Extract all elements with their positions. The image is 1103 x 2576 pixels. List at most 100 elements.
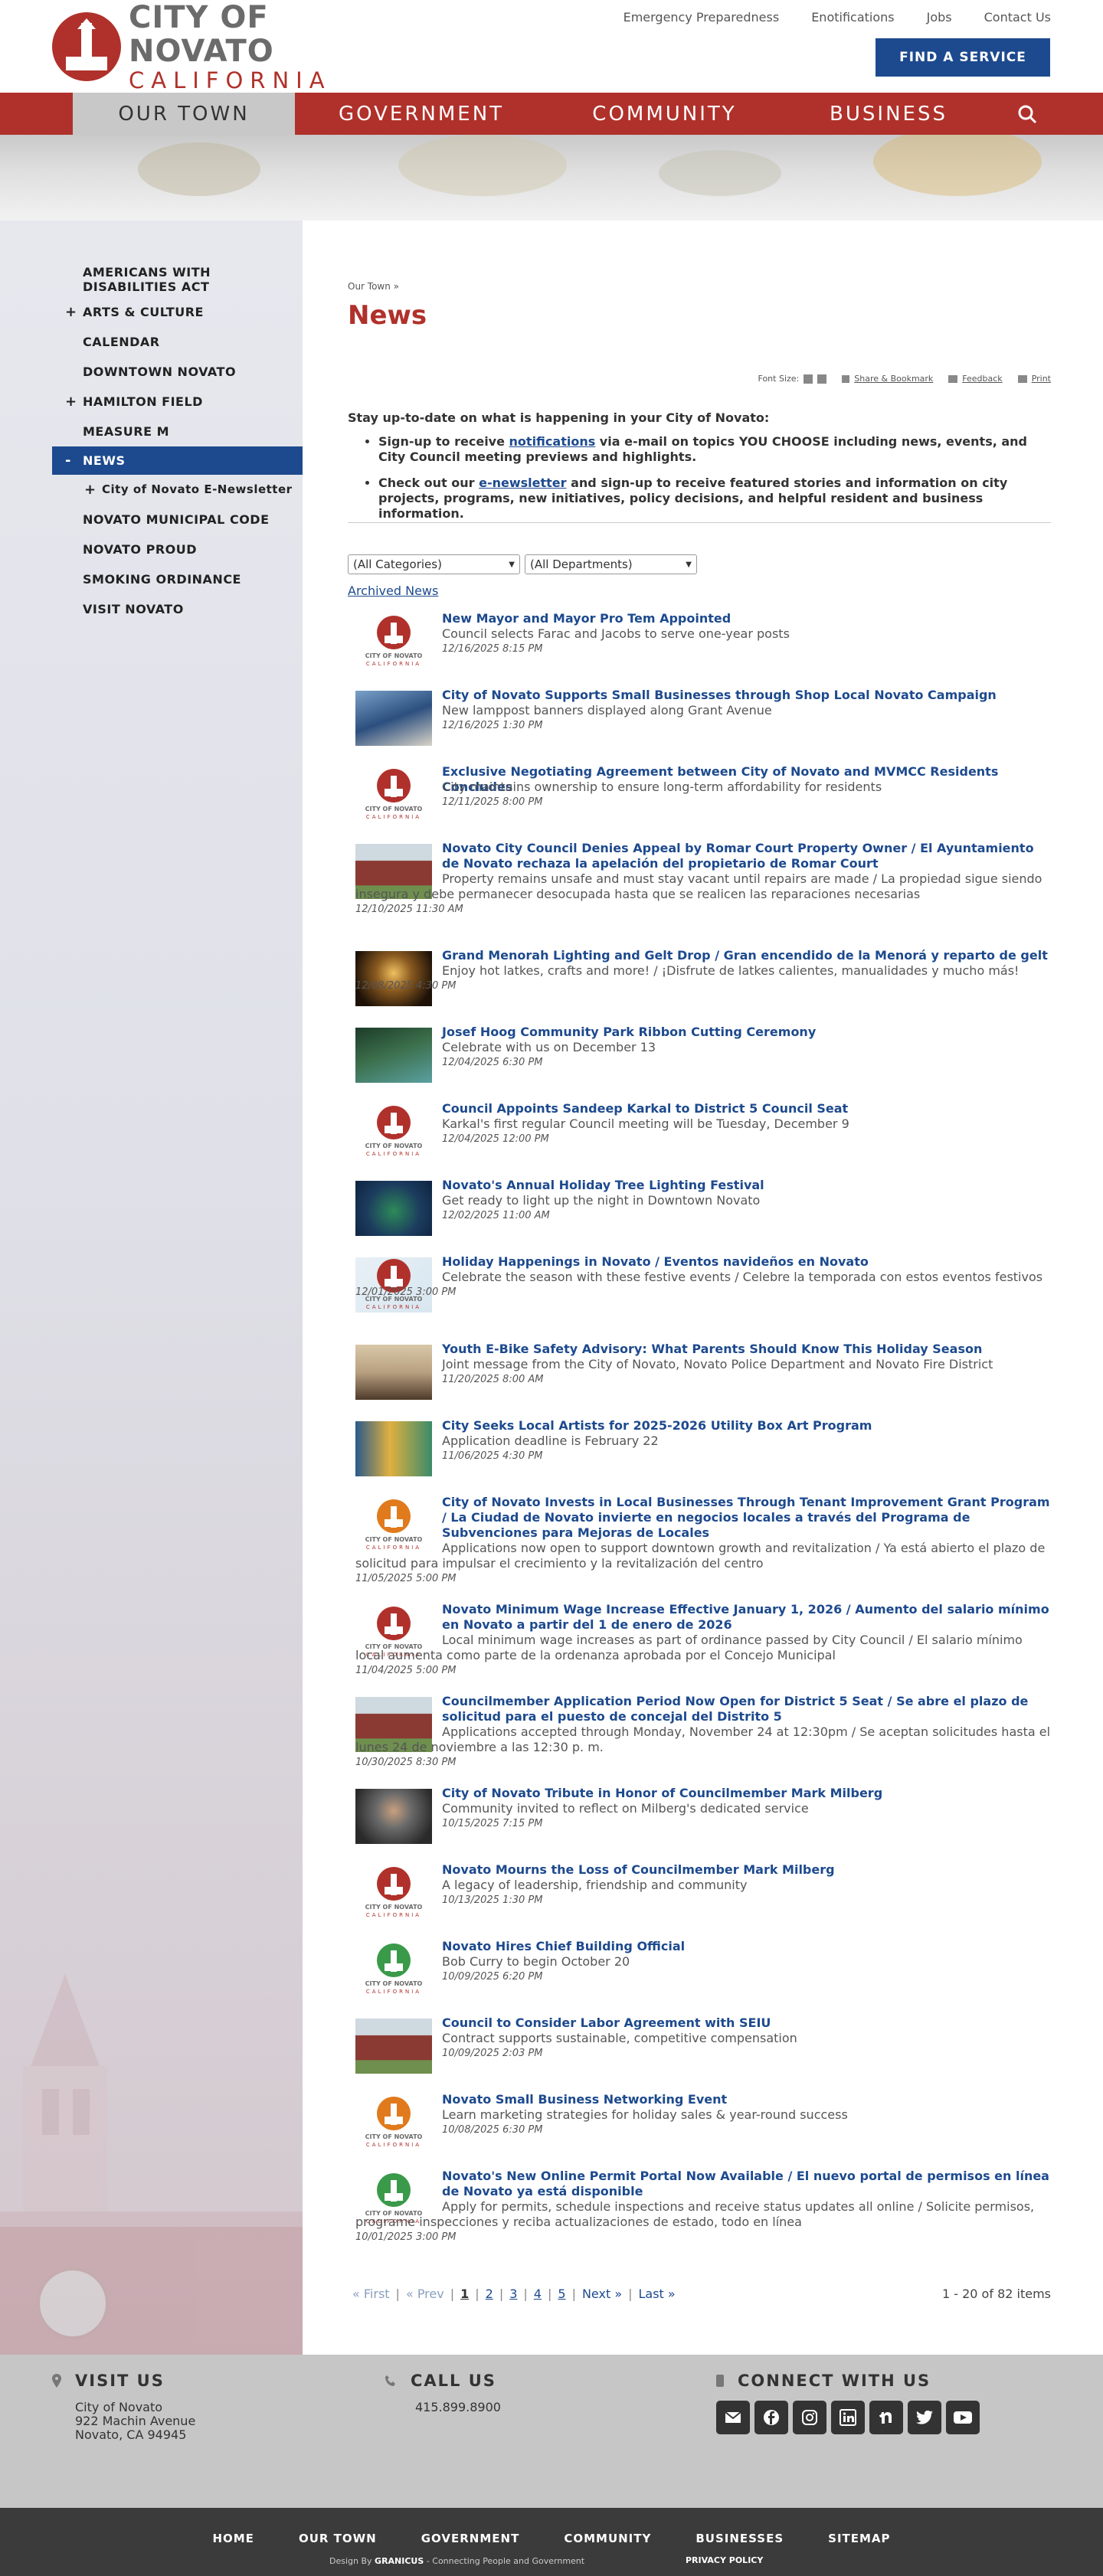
sidebar-item-municipal-code[interactable]: NOVATO MUNICIPAL CODE: [52, 505, 303, 534]
archived-news-link[interactable]: Archived News: [348, 584, 438, 598]
print-link[interactable]: Print: [1032, 374, 1051, 384]
notifications-link[interactable]: notifications: [509, 434, 596, 449]
footer-visit: VISIT US City of Novato 922 Machin Avenu…: [52, 2372, 195, 2442]
breadcrumb[interactable]: Our Town »: [348, 281, 399, 292]
find-service-button[interactable]: FIND A SERVICE: [876, 38, 1050, 77]
nav-community[interactable]: COMMUNITY: [548, 93, 781, 135]
news-description: Karkal's first regular Council meeting w…: [442, 1116, 849, 1131]
util-link-contact[interactable]: Contact Us: [984, 10, 1051, 25]
news-date: 11/20/2025 8:00 AM: [442, 1374, 544, 1385]
nextdoor-icon[interactable]: [869, 2401, 903, 2434]
pager-page-1[interactable]: 1: [460, 2287, 469, 2301]
news-title-link[interactable]: Council Appoints Sandeep Karkal to Distr…: [442, 1101, 1051, 1116]
intro-bullet-enewsletter: Check out our e-newsletter and sign-up t…: [378, 476, 1051, 521]
news-title-link[interactable]: Novato's Annual Holiday Tree Lighting Fe…: [442, 1178, 1051, 1193]
bullet-text: Sign-up to receive: [378, 434, 509, 449]
share-bookmark-link[interactable]: Share & Bookmark: [854, 374, 933, 384]
privacy-policy-link[interactable]: PRIVACY POLICY: [686, 2555, 763, 2565]
news-description: Local minimum wage increases as part of …: [355, 1633, 1023, 1662]
sidebar-item-visit[interactable]: VISIT NOVATO: [52, 594, 303, 624]
facebook-icon[interactable]: [754, 2401, 788, 2434]
pager-next[interactable]: Next »: [582, 2287, 622, 2301]
news-title-link[interactable]: City of Novato Tribute in Honor of Counc…: [442, 1786, 1051, 1801]
pager-page-5[interactable]: 5: [558, 2287, 565, 2301]
sidebar-item-label: AMERICANS WITH DISABILITIES ACT: [83, 265, 211, 294]
footer-link-businesses[interactable]: BUSINESSES: [696, 2532, 784, 2545]
news-title-link[interactable]: Grand Menorah Lighting and Gelt Drop / G…: [442, 948, 1051, 963]
news-date: 12/08/2025 4:30 PM: [355, 980, 457, 992]
sidebar-item-novato-proud[interactable]: NOVATO PROUD: [52, 534, 303, 564]
news-title-link[interactable]: City Seeks Local Artists for 2025-2026 U…: [442, 1418, 1051, 1433]
news-title-link[interactable]: Councilmember Application Period Now Ope…: [442, 1694, 1051, 1724]
sidebar-item-hamilton[interactable]: + HAMILTON FIELD: [52, 387, 303, 417]
footer-link-community[interactable]: COMMUNITY: [564, 2532, 651, 2545]
news-title-link[interactable]: Novato's New Online Permit Portal Now Av…: [442, 2169, 1051, 2199]
email-icon[interactable]: [716, 2401, 750, 2434]
sidebar-item-smoking[interactable]: SMOKING ORDINANCE: [52, 564, 303, 594]
sidebar-item-enewsletter[interactable]: + City of Novato E-Newsletter: [52, 475, 303, 505]
twitter-icon[interactable]: [908, 2401, 941, 2434]
news-title-link[interactable]: Council to Consider Labor Agreement with…: [442, 2015, 1051, 2031]
news-title-link[interactable]: Novato Mourns the Loss of Councilmember …: [442, 1862, 1051, 1878]
nav-our-town[interactable]: OUR TOWN: [73, 93, 295, 135]
news-title-link[interactable]: Holiday Happenings in Novato / Eventos n…: [442, 1254, 1051, 1270]
enewsletter-link[interactable]: e-newsletter: [479, 476, 566, 490]
news-title-link[interactable]: City of Novato Invests in Local Business…: [442, 1495, 1051, 1541]
util-link-jobs[interactable]: Jobs: [927, 10, 952, 25]
font-decrease-icon[interactable]: [817, 374, 827, 384]
nav-business[interactable]: BUSINESS: [781, 93, 996, 135]
search-icon[interactable]: [1016, 103, 1039, 126]
granicus-link[interactable]: GRANICUS: [375, 2556, 424, 2566]
phone-number[interactable]: 415.899.8900: [385, 2401, 501, 2414]
sidebar-item-ada[interactable]: AMERICANS WITH DISABILITIES ACT: [52, 263, 303, 297]
main-nav: OUR TOWN GOVERNMENT COMMUNITY BUSINESS: [0, 93, 1103, 135]
expand-plus-icon[interactable]: +: [65, 297, 77, 327]
city-hall-illustration: [0, 1974, 303, 2355]
divider: [348, 522, 1051, 523]
city-logo[interactable]: CITY OF NOVATO CALIFORNIA: [52, 1, 374, 93]
instagram-icon[interactable]: [793, 2401, 826, 2434]
sidebar-item-measure-m[interactable]: MEASURE M: [52, 417, 303, 446]
util-link-emergency[interactable]: Emergency Preparedness: [624, 10, 780, 25]
util-link-enotifications[interactable]: Enotifications: [811, 10, 894, 25]
font-increase-icon[interactable]: [804, 374, 813, 384]
linkedin-icon[interactable]: [831, 2401, 865, 2434]
footer-link-government[interactable]: GOVERNMENT: [421, 2532, 520, 2545]
department-select[interactable]: (All Departments) ▼: [525, 554, 697, 574]
pager-page-2[interactable]: 2: [486, 2287, 493, 2301]
category-select[interactable]: (All Categories) ▼: [348, 554, 520, 574]
sidebar-item-news[interactable]: - NEWS: [52, 446, 303, 475]
news-title-link[interactable]: Josef Hoog Community Park Ribbon Cutting…: [442, 1025, 1051, 1040]
pager-page-3[interactable]: 3: [509, 2287, 517, 2301]
news-title-link[interactable]: Novato Small Business Networking Event: [442, 2092, 1051, 2107]
news-title-link[interactable]: Novato City Council Denies Appeal by Rom…: [442, 841, 1051, 871]
pager-last[interactable]: Last »: [639, 2287, 676, 2301]
pager-first[interactable]: « First: [352, 2287, 390, 2301]
collapse-minus-icon[interactable]: -: [65, 446, 71, 475]
news-title-link[interactable]: Novato Hires Chief Building Official: [442, 1939, 1051, 1954]
youtube-icon[interactable]: [946, 2401, 980, 2434]
social-links: [716, 2401, 980, 2434]
news-title-link[interactable]: Youth E-Bike Safety Advisory: What Paren…: [442, 1342, 1051, 1357]
news-description: Get ready to light up the night in Downt…: [442, 1193, 761, 1208]
phone-icon: [385, 2375, 395, 2386]
footer-link-our-town[interactable]: OUR TOWN: [299, 2532, 377, 2545]
sidebar-item-label: HAMILTON FIELD: [83, 394, 203, 409]
news-title-link[interactable]: New Mayor and Mayor Pro Tem Appointed: [442, 611, 1051, 626]
sidebar-item-arts[interactable]: + ARTS & CULTURE: [52, 297, 303, 327]
news-description: Applications accepted through Monday, No…: [355, 1724, 1051, 1754]
news-title-link[interactable]: City of Novato Supports Small Businesses…: [442, 688, 1051, 703]
bullet-text: Check out our: [378, 476, 479, 490]
news-title-link[interactable]: Novato Minimum Wage Increase Effective J…: [442, 1602, 1051, 1633]
feedback-link[interactable]: Feedback: [962, 374, 1002, 384]
expand-plus-icon[interactable]: +: [84, 475, 97, 505]
sidebar-item-downtown[interactable]: DOWNTOWN NOVATO: [52, 357, 303, 387]
nav-government[interactable]: GOVERNMENT: [295, 93, 548, 135]
sidebar-item-calendar[interactable]: CALENDAR: [52, 327, 303, 357]
expand-plus-icon[interactable]: +: [65, 387, 77, 417]
pager-prev[interactable]: « Prev: [406, 2287, 444, 2301]
footer-link-home[interactable]: HOME: [212, 2532, 254, 2545]
pager-page-4[interactable]: 4: [534, 2287, 542, 2301]
news-description: Apply for permits, schedule inspections …: [355, 2199, 1035, 2229]
footer-link-sitemap[interactable]: SITEMAP: [828, 2532, 890, 2545]
